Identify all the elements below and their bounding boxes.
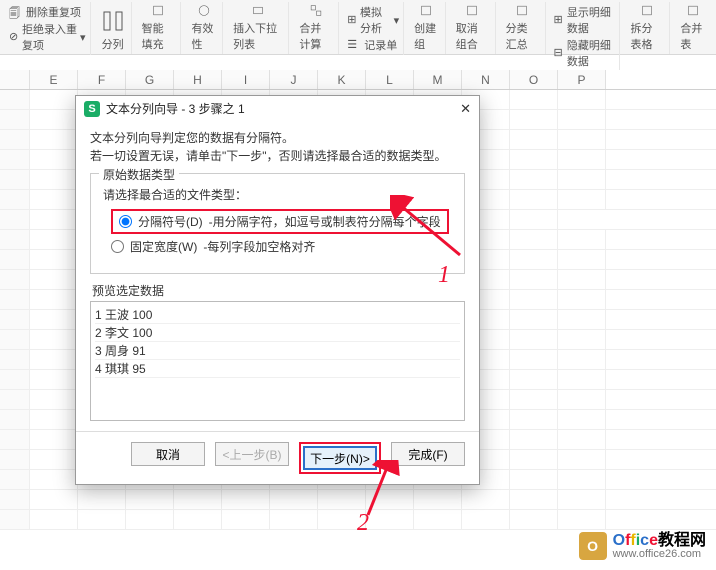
watermark-icon: O	[579, 532, 607, 560]
delimited-radio[interactable]	[119, 215, 132, 228]
preview-label: 预览选定数据	[92, 282, 465, 299]
subtotal-icon	[510, 4, 534, 17]
cancel-button[interactable]: 取消	[131, 442, 205, 466]
col-header[interactable]	[0, 70, 30, 89]
delete-duplicates-button[interactable]: 🗐删除重复项	[9, 4, 81, 20]
back-button: <上一步(B)	[215, 442, 289, 466]
insert-dropdown-button[interactable]: 插入下拉列表	[227, 2, 289, 54]
split-table-button[interactable]: 拆分表格	[624, 2, 670, 54]
record-sheet-button[interactable]: ☰记录单	[347, 37, 397, 53]
col-header[interactable]: H	[174, 70, 222, 89]
dialog-title: 文本分列向导 - 3 步骤之 1	[106, 100, 245, 117]
text-to-columns-wizard-dialog: S 文本分列向导 - 3 步骤之 1 ✕ 文本分列向导判定您的数据有分隔符。 若…	[75, 95, 480, 485]
merge-icon	[304, 4, 328, 17]
subtotal-button[interactable]: 分类汇总	[500, 2, 546, 54]
dropdown-icon	[246, 4, 270, 17]
column-headers: E F G H I J K L M N O P	[0, 70, 716, 90]
columns-icon	[101, 9, 125, 33]
validity-icon	[192, 4, 216, 17]
fill-icon	[146, 4, 170, 17]
col-header[interactable]: N	[462, 70, 510, 89]
mock-analysis-button[interactable]: ⊞模拟分析 ▾	[347, 4, 399, 36]
create-group-button[interactable]: 创建组	[408, 2, 446, 54]
col-header[interactable]: G	[126, 70, 174, 89]
fixed-width-radio[interactable]	[111, 240, 124, 253]
col-header[interactable]: J	[270, 70, 318, 89]
merge-table-button[interactable]: 合并表	[674, 2, 711, 54]
fieldset-legend: 原始数据类型	[99, 166, 179, 183]
col-header[interactable]: M	[414, 70, 462, 89]
col-header[interactable]: K	[318, 70, 366, 89]
col-header[interactable]: O	[510, 70, 558, 89]
text-to-columns-button[interactable]: 分列	[95, 2, 132, 54]
smart-fill-button[interactable]: 智能填充	[136, 2, 182, 54]
watermark: O Office教程网 www.office26.com	[579, 532, 706, 560]
ungroup-button[interactable]: 取消组合	[450, 2, 496, 54]
data-preview: 1 王波 100 2 李文 100 3 周身 91 4 琪琪 95	[90, 301, 465, 421]
ungroup-icon	[460, 4, 484, 17]
merge-calc-button[interactable]: 合并计算	[293, 2, 339, 54]
dialog-titlebar[interactable]: S 文本分列向导 - 3 步骤之 1 ✕	[76, 96, 479, 121]
hide-detail-button[interactable]: ⊟隐藏明细数据	[554, 37, 616, 69]
split-table-icon	[635, 4, 659, 17]
merge-table-icon	[681, 4, 705, 17]
dialog-description: 文本分列向导判定您的数据有分隔符。 若一切设置无误，请单击"下一步"，否则请选择…	[90, 129, 465, 165]
col-header[interactable]: L	[366, 70, 414, 89]
close-button[interactable]: ✕	[460, 101, 471, 117]
col-header[interactable]: I	[222, 70, 270, 89]
annotation-number-1: 1	[438, 262, 450, 289]
show-detail-button[interactable]: ⊞显示明细数据	[554, 4, 616, 36]
wps-icon: S	[84, 101, 100, 117]
reject-duplicates-button[interactable]: ⊘拒绝录入重复项 ▾	[9, 21, 86, 53]
delimited-radio-label: 分隔符号(D)	[138, 213, 203, 230]
col-header[interactable]: F	[78, 70, 126, 89]
dialog-button-bar: 取消 <上一步(B) 下一步(N)> 完成(F)	[76, 431, 479, 484]
ribbon-toolbar: 🗐删除重复项 ⊘拒绝录入重复项 ▾ 分列 智能填充 有效性 插入下拉列表 合并计…	[0, 0, 716, 55]
fixed-width-radio-label: 固定宽度(W)	[130, 238, 197, 255]
watermark-brand: Office教程网	[613, 533, 706, 549]
col-header[interactable]: P	[558, 70, 606, 89]
col-header[interactable]: E	[30, 70, 78, 89]
annotation-number-2: 2	[357, 510, 369, 537]
annotation-arrow-1	[390, 195, 470, 265]
duplicate-group: 🗐删除重复项 ⊘拒绝录入重复项 ▾	[5, 2, 91, 55]
record-analysis-group: ⊞模拟分析 ▾ ☰记录单	[343, 2, 404, 55]
fixed-width-radio-desc: -每列字段加空格对齐	[203, 238, 315, 255]
detail-group: ⊞显示明细数据 ⊟隐藏明细数据	[550, 2, 621, 71]
watermark-url: www.office26.com	[613, 549, 706, 560]
group-icon	[414, 4, 438, 17]
validity-button[interactable]: 有效性	[185, 2, 223, 54]
